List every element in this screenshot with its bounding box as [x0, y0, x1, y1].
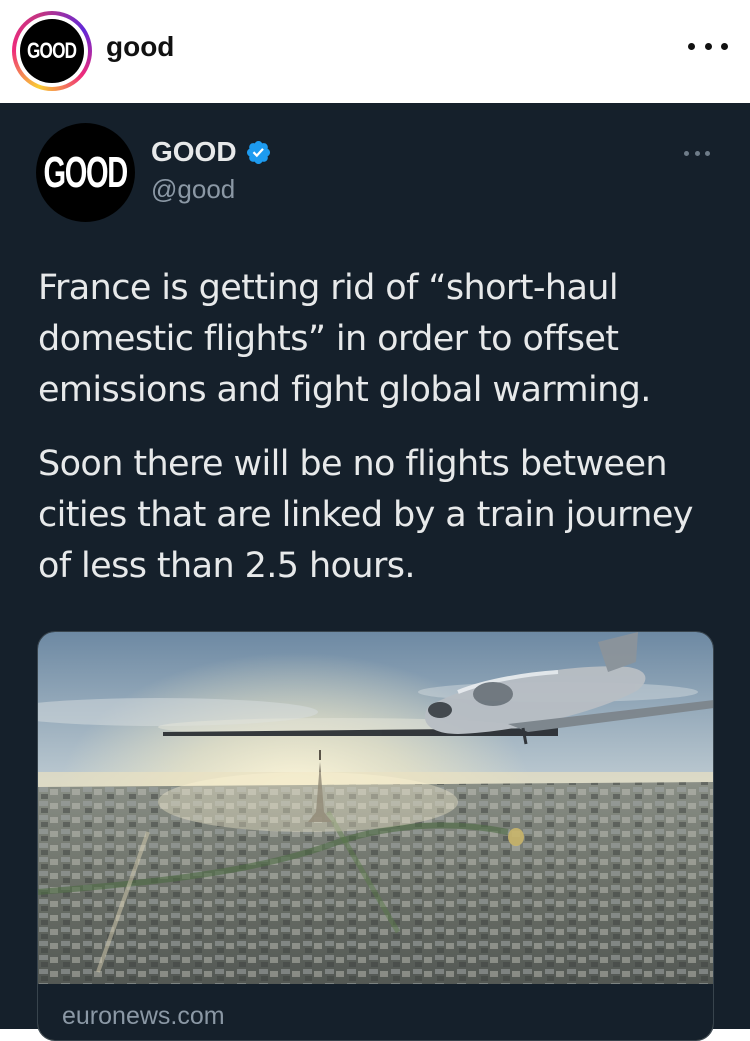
profile-avatar[interactable]: GOOD	[20, 19, 84, 83]
link-card-domain[interactable]: euronews.com	[62, 1002, 225, 1031]
tweet-avatar[interactable]: GOOD	[36, 123, 135, 222]
tweet-text-paragraph-1: France is getting rid of “short-haul dom…	[38, 268, 651, 410]
tweet-text-paragraph-2: Soon there will be no flights between ci…	[38, 444, 694, 586]
tweet-card: GOOD GOOD @good France is getting rid of…	[0, 103, 750, 1041]
tweet-author-handle[interactable]: @good	[151, 174, 235, 205]
paris-airplane-photo	[38, 632, 713, 1040]
instagram-post-header: GOOD good	[0, 0, 750, 103]
verified-badge-icon	[246, 140, 270, 164]
profile-avatar-ring[interactable]: GOOD	[12, 11, 92, 91]
avatar-logo-text: GOOD	[27, 38, 77, 63]
link-card-image[interactable]	[37, 631, 714, 1041]
more-options-icon[interactable]	[688, 36, 728, 56]
tweet-more-icon[interactable]	[684, 151, 710, 157]
tweet-author-name[interactable]: GOOD	[151, 136, 272, 168]
profile-username[interactable]: good	[106, 31, 174, 63]
tweet-avatar-logo-text: GOOD	[43, 147, 129, 197]
tweet-author-name-text: GOOD	[151, 136, 237, 167]
